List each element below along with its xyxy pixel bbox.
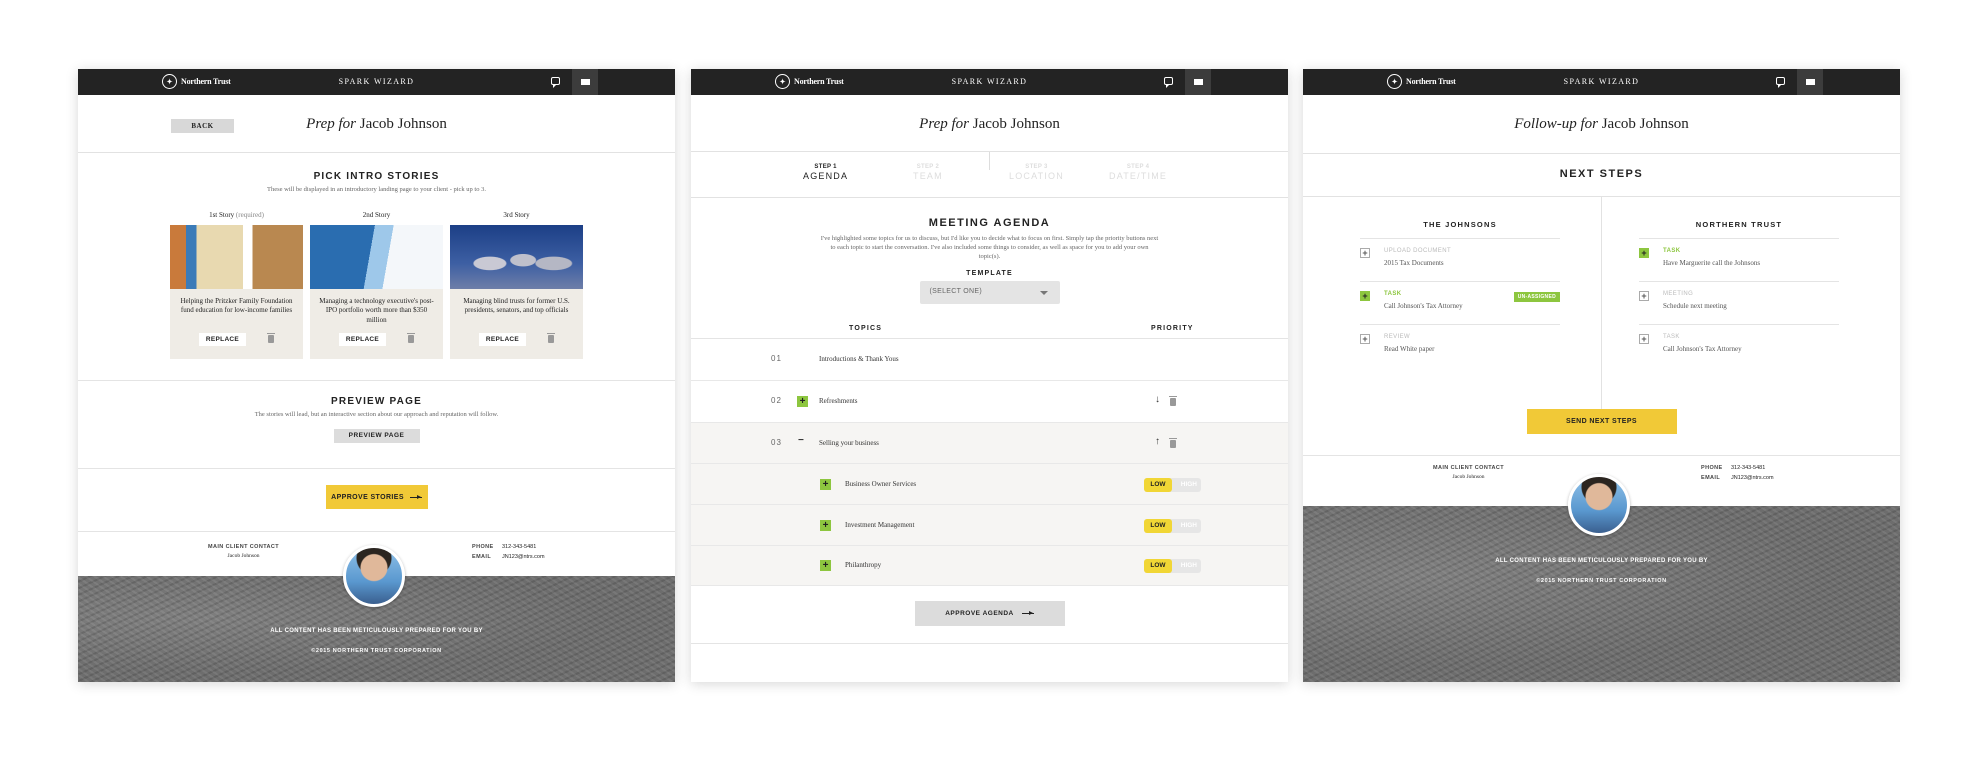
list-item[interactable]: + UPLOAD DOCUMENT 2015 Tax Documents xyxy=(1360,239,1560,282)
top-bar: ✦ Northern Trust Spark Wizard xyxy=(78,69,675,95)
list-item[interactable]: + TASK Have Marguerite call the Johnsons xyxy=(1639,239,1839,282)
column-northern-trust: NORTHERN TRUST + TASK Have Marguerite call… xyxy=(1639,197,1839,409)
section-heading: MEETING AGENDA xyxy=(928,217,1051,229)
priority-toggle[interactable]: LOW HIGH xyxy=(1144,519,1201,533)
list-item[interactable]: + TASK Call Johnson's Tax Attorney xyxy=(1639,325,1839,368)
add-icon[interactable]: + xyxy=(1360,248,1370,258)
template-select[interactable]: (SELECT ONE) xyxy=(919,281,1060,305)
top-bar: ✦ Northern Trust Spark Wizard xyxy=(691,69,1288,95)
story-image-3 xyxy=(450,224,583,289)
add-icon[interactable]: + xyxy=(1639,334,1649,344)
arrow-up-icon[interactable]: ↑ xyxy=(1155,436,1160,447)
sub-row[interactable]: + Business Owner Services LOW HIGH xyxy=(691,464,1288,505)
section-heading: PREVIEW PAGE xyxy=(331,396,422,407)
email-link[interactable]: JN123@ntrs.com xyxy=(502,554,545,560)
section-subtext: The stories will lead, but an interactiv… xyxy=(254,411,499,418)
add-icon[interactable]: + xyxy=(1360,334,1370,344)
avatar xyxy=(343,545,405,607)
section-heading: PICK INTRO STORIES xyxy=(313,171,440,182)
add-icon[interactable]: + xyxy=(1639,248,1649,258)
chat-icon[interactable] xyxy=(1776,77,1785,88)
section-subtext: These will be displayed in an introducto… xyxy=(267,186,486,193)
add-icon[interactable]: + xyxy=(820,479,831,490)
story-card-3[interactable]: 3rd Story Managing blind trusts for form… xyxy=(450,211,583,359)
page-title: Follow-up for Jacob Johnson xyxy=(1303,95,1900,154)
table-header: TOPICS PRIORITY xyxy=(691,323,1288,339)
page-title: BACK Prep for Jacob Johnson xyxy=(78,95,675,153)
story-image-2 xyxy=(310,224,443,289)
arrow-down-icon[interactable]: ↓ xyxy=(1155,394,1160,405)
chat-icon[interactable] xyxy=(551,77,560,88)
panel-follow-up: ✦ Northern Trust Spark Wizard Follow-up f… xyxy=(1303,69,1900,682)
avatar xyxy=(1568,474,1630,536)
top-bar: ✦ Northern Trust Spark Wizard xyxy=(1303,69,1900,95)
trash-icon[interactable] xyxy=(547,333,556,344)
add-icon[interactable]: + xyxy=(1639,291,1649,301)
email-link[interactable]: JN123@ntrs.com xyxy=(1731,475,1774,481)
hamburger-icon xyxy=(580,79,590,85)
template-label: TEMPLATE xyxy=(966,270,1013,278)
section-heading: NEXT STEPS xyxy=(1559,168,1644,180)
list-item[interactable]: + TASK Call Johnson's Tax Attorney UN-ASSIG… xyxy=(1360,282,1560,325)
replace-button[interactable]: REPLACE xyxy=(198,332,247,346)
arrow-right-icon xyxy=(1021,611,1034,615)
list-item[interactable]: + MEETING Schedule next meeting xyxy=(1639,282,1839,325)
wizard-steps: STEP 1 AGENDA STEP 2 TEAM STEP 3 LOCATION S… xyxy=(691,152,1288,198)
story-card-1[interactable]: 1st Story (required) Helping the Pritzke… xyxy=(170,211,303,359)
approve-agenda-button[interactable]: APPROVE AGENDA xyxy=(914,601,1065,626)
page-title: Prep for Jacob Johnson xyxy=(691,95,1288,152)
sub-row[interactable]: + Philanthropy LOW HIGH xyxy=(691,546,1288,586)
table-row[interactable]: 03 − Selling your business ↑ xyxy=(691,423,1288,464)
trash-icon[interactable] xyxy=(407,333,416,344)
table-row[interactable]: 02 + Refreshments ↓ xyxy=(691,381,1288,423)
trash-icon[interactable] xyxy=(1169,396,1177,406)
next-steps-columns: THE JOHNSONS + UPLOAD DOCUMENT 2015 Tax Do… xyxy=(1303,197,1900,409)
column-johnsons: THE JOHNSONS + UPLOAD DOCUMENT 2015 Tax Do… xyxy=(1360,197,1560,409)
collapse-icon[interactable]: − xyxy=(798,435,804,446)
trash-icon[interactable] xyxy=(1169,438,1177,448)
section-subtext: I've highlighted some topics for us to d… xyxy=(820,235,1159,260)
replace-button[interactable]: REPLACE xyxy=(338,332,387,346)
replace-button[interactable]: REPLACE xyxy=(478,332,527,346)
sub-row[interactable]: + Investment Management LOW HIGH xyxy=(691,505,1288,546)
status-badge: UN-ASSIGNED xyxy=(1513,292,1560,302)
approve-stories-button[interactable]: APPROVE STORIES xyxy=(325,485,428,509)
add-icon[interactable]: + xyxy=(820,560,831,571)
preview-section: PREVIEW PAGE The stories will lead, but … xyxy=(78,381,675,468)
send-next-steps-button[interactable]: SEND NEXT STEPS xyxy=(1526,409,1677,434)
pick-stories-section: PICK INTRO STORIES These will be display… xyxy=(78,153,675,380)
panel-prep-stories: ✦ Northern Trust Spark Wizard BACK Prep f… xyxy=(78,69,675,682)
step-team[interactable]: STEP 2 TEAM xyxy=(913,164,943,181)
back-button[interactable]: BACK xyxy=(171,119,234,133)
step-datetime[interactable]: STEP 4 DATE/TIME xyxy=(1109,164,1167,181)
priority-toggle[interactable]: LOW HIGH xyxy=(1144,559,1201,573)
list-item[interactable]: + REVIEW Read White paper xyxy=(1360,325,1560,368)
step-agenda[interactable]: STEP 1 AGENDA xyxy=(803,164,848,181)
priority-toggle[interactable]: LOW HIGH xyxy=(1144,478,1201,492)
agenda-intro: MEETING AGENDA I've highlighted some top… xyxy=(691,198,1288,323)
hamburger-icon xyxy=(1805,79,1815,85)
add-icon[interactable]: + xyxy=(820,520,831,531)
step-location[interactable]: STEP 3 LOCATION xyxy=(1009,164,1064,181)
add-icon[interactable]: + xyxy=(797,396,808,407)
story-image-1 xyxy=(170,224,303,289)
menu-button[interactable] xyxy=(572,69,598,95)
trash-icon[interactable] xyxy=(267,333,276,344)
arrow-right-icon xyxy=(409,494,422,499)
menu-button[interactable] xyxy=(1185,69,1211,95)
story-card-2[interactable]: 2nd Story Managing a technology executiv… xyxy=(310,211,443,359)
preview-page-button[interactable]: PREVIEW PAGE xyxy=(333,428,420,443)
table-row[interactable]: 01 Introductions & Thank Yous xyxy=(691,339,1288,381)
add-icon[interactable]: + xyxy=(1360,291,1370,301)
panel-meeting-agenda: ✦ Northern Trust Spark Wizard Prep for Ja… xyxy=(691,69,1288,682)
menu-button[interactable] xyxy=(1797,69,1823,95)
hamburger-icon xyxy=(1193,79,1203,85)
chat-icon[interactable] xyxy=(1164,77,1173,88)
